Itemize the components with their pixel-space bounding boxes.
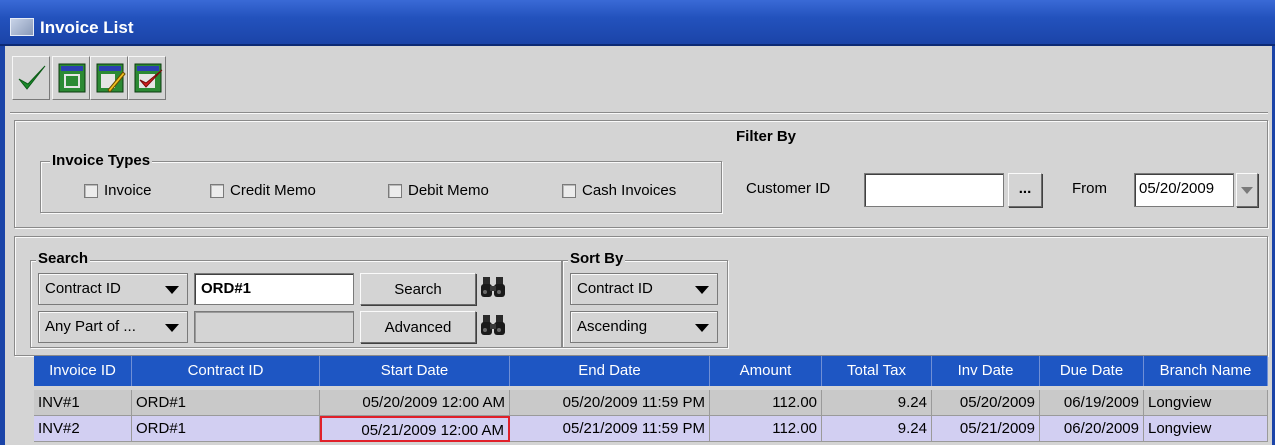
customer-id-input[interactable] (864, 173, 1004, 207)
search-field-select[interactable]: Contract ID (38, 273, 188, 305)
search-match-select-value: Any Part of ... (45, 318, 136, 335)
cell-end-date: 05/20/2009 11:59 PM (510, 390, 710, 416)
column-header-branch-name[interactable]: Branch Name (1144, 356, 1268, 386)
cell-contract-id: ORD#1 (132, 416, 320, 442)
filter-title: Filter By (734, 128, 799, 145)
from-date-dropdown-button[interactable] (1236, 173, 1258, 207)
cell-due-date: 06/20/2009 (1040, 416, 1144, 442)
cell-inv-date: 05/20/2009 (932, 390, 1040, 416)
customer-browse-button[interactable]: ... (1008, 173, 1042, 207)
approve-invoice-button[interactable] (128, 56, 166, 100)
chevron-down-icon (695, 324, 709, 332)
cell-due-date: 06/19/2009 (1040, 390, 1144, 416)
customer-id-label: Customer ID (746, 180, 831, 197)
search-field-select-value: Contract ID (45, 280, 121, 297)
invoice-checkbox[interactable] (84, 184, 98, 198)
sort-field-select-value: Contract ID (577, 280, 653, 297)
search-query-input[interactable]: ORD#1 (194, 273, 354, 305)
cell-start-date: 05/20/2009 12:00 AM (320, 390, 510, 416)
green-check-icon (18, 65, 46, 90)
invoice-button[interactable] (52, 56, 90, 100)
cell-end-date: 05/21/2009 11:59 PM (510, 416, 710, 442)
binoculars-icon[interactable] (480, 274, 508, 302)
column-header-total-tax[interactable]: Total Tax (822, 356, 932, 386)
chevron-down-icon (695, 286, 709, 294)
cell-branch-name: Longview (1144, 416, 1268, 442)
app-icon (10, 18, 34, 36)
column-header-inv-date[interactable]: Inv Date (932, 356, 1040, 386)
cell-total-tax: 9.24 (822, 390, 932, 416)
search-button[interactable]: Search (360, 273, 476, 305)
toolbar-separator (10, 112, 1268, 114)
cell-total-tax: 9.24 (822, 416, 932, 442)
sort-field-select[interactable]: Contract ID (570, 273, 718, 305)
credit-memo-checkbox[interactable] (210, 184, 224, 198)
search-title: Search (36, 250, 91, 267)
invoice-edit-icon (96, 63, 126, 93)
credit-memo-checkbox-label: Credit Memo (230, 182, 316, 199)
column-header-due-date[interactable]: Due Date (1040, 356, 1144, 386)
column-header-end-date[interactable]: End Date (510, 356, 710, 386)
search-match-select[interactable]: Any Part of ... (38, 311, 188, 343)
window-title: Invoice List (40, 18, 134, 37)
invoice-icon (58, 63, 86, 93)
chevron-down-icon (165, 286, 179, 294)
column-header-start-date[interactable]: Start Date (320, 356, 510, 386)
cell-start-date-focused[interactable]: 05/21/2009 12:00 AM (320, 416, 510, 442)
column-header-invoice-id[interactable]: Invoice ID (34, 356, 132, 386)
advanced-search-button[interactable]: Advanced (360, 311, 476, 343)
cash-invoices-checkbox-label: Cash Invoices (582, 182, 677, 199)
chevron-down-icon (1241, 187, 1253, 194)
title-bar (0, 0, 1275, 46)
from-label: From (1072, 180, 1107, 197)
cell-contract-id: ORD#1 (132, 390, 320, 416)
invoice-approve-icon (134, 63, 163, 93)
cell-amount: 112.00 (710, 416, 822, 442)
column-header-amount[interactable]: Amount (710, 356, 822, 386)
debit-memo-checkbox[interactable] (388, 184, 402, 198)
sort-title: Sort By (568, 250, 626, 267)
debit-memo-checkbox-label: Debit Memo (408, 182, 489, 199)
cell-invoice-id: INV#2 (34, 416, 132, 442)
ok-button[interactable] (12, 56, 50, 100)
column-header-contract-id[interactable]: Contract ID (132, 356, 320, 386)
binoculars-icon[interactable] (480, 312, 508, 340)
cell-amount: 112.00 (710, 390, 822, 416)
edit-invoice-button[interactable] (90, 56, 128, 100)
cell-branch-name: Longview (1144, 390, 1268, 416)
chevron-down-icon (165, 324, 179, 332)
search-secondary-input[interactable] (194, 311, 354, 343)
sort-order-select-value: Ascending (577, 318, 648, 335)
from-date-input[interactable]: 05/20/2009 (1134, 173, 1234, 207)
cell-invoice-id: INV#1 (34, 390, 132, 416)
cell-inv-date: 05/21/2009 (932, 416, 1040, 442)
cash-invoices-checkbox[interactable] (562, 184, 576, 198)
sort-order-select[interactable]: Ascending (570, 311, 718, 343)
invoice-types-title: Invoice Types (50, 152, 153, 169)
invoice-checkbox-label: Invoice (104, 182, 152, 199)
